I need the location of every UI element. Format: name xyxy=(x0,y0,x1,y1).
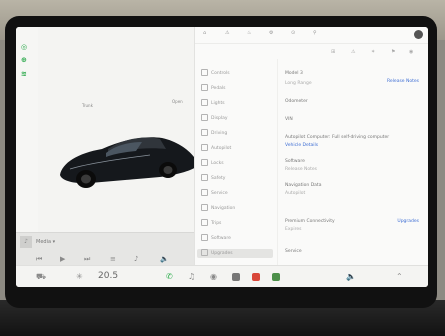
upgrades-icon xyxy=(201,249,208,256)
safety-icon xyxy=(201,174,208,181)
settings-topbar: ⌂ ⚠ ♨ ⚙ ⊙ ⚲ xyxy=(195,27,428,44)
model-name: Model 3 xyxy=(285,71,303,76)
software-label: Software xyxy=(285,159,305,164)
signal-icon: ≋ xyxy=(21,70,27,78)
previous-icon[interactable]: ⏮ xyxy=(36,255,42,264)
record-icon[interactable]: ⊙ xyxy=(291,30,295,36)
music-icon[interactable]: ♫ xyxy=(188,272,195,281)
settings-menu: Controls Pedals Lights Display Driving A… xyxy=(195,59,278,265)
software-icon xyxy=(201,234,208,241)
trunk-label[interactable]: Trunk xyxy=(82,103,93,108)
menu-item-upgrades[interactable]: Upgrades xyxy=(197,249,273,258)
trips-icon xyxy=(201,219,208,226)
service-icon xyxy=(201,189,208,196)
autopilot-icon xyxy=(201,144,208,151)
cabin-temperature[interactable]: 20.5 xyxy=(98,271,118,281)
volume-small-icon[interactable]: 🔈 xyxy=(160,255,169,263)
bottom-taskbar: ⛟ ✳ 20.5 ✆ ♫ ◉ 🔈 ⌃ xyxy=(16,265,428,287)
home-icon[interactable]: ⌂ xyxy=(203,30,206,36)
expires-label: Expires xyxy=(285,227,302,232)
next-icon[interactable]: ⏭ xyxy=(84,255,90,264)
warning-icon[interactable]: ⚠ xyxy=(351,49,355,55)
menu-item-navigation[interactable]: Navigation xyxy=(201,204,235,213)
phone-icon[interactable]: ✆ xyxy=(166,272,173,281)
flag-icon[interactable]: ⚑ xyxy=(391,49,395,55)
heat-icon[interactable]: ♨ xyxy=(247,30,251,36)
car-panel: Trunk Open xyxy=(38,27,196,265)
camera-icon[interactable]: ◉ xyxy=(210,272,217,281)
menu-item-autopilot[interactable]: Autopilot xyxy=(201,144,231,153)
frunk-label[interactable]: Open xyxy=(172,99,183,104)
album-art: ♪ xyxy=(20,236,32,248)
upgrades-link[interactable]: Upgrades xyxy=(397,219,419,224)
vin-label: VIN xyxy=(285,117,293,122)
vehicle-image[interactable] xyxy=(50,123,200,203)
service-label: Service xyxy=(285,249,302,254)
steering-icon: ◎ xyxy=(21,43,28,51)
release-notes-link[interactable]: Release Notes xyxy=(387,79,419,84)
controls-icon xyxy=(201,69,208,76)
vehicle-details-link[interactable]: Vehicle Details xyxy=(285,143,318,148)
display-icon xyxy=(201,114,208,121)
car-icon[interactable]: ⛟ xyxy=(36,272,46,282)
menu-item-locks[interactable]: Locks xyxy=(201,159,224,168)
fan-icon[interactable]: ✳ xyxy=(76,272,83,281)
lights-icon xyxy=(201,99,208,106)
queue-icon[interactable]: ≡ xyxy=(110,255,116,263)
autopilot-label: Autopilot xyxy=(285,191,306,196)
menu-item-service[interactable]: Service xyxy=(201,189,228,198)
gear-icon[interactable]: ⚙ xyxy=(269,30,273,36)
music-note-icon[interactable]: ♪ xyxy=(134,255,138,263)
status-subbar: ⊞ ⚠ ✶ ⚑ ◉ xyxy=(195,45,428,59)
chevron-icon[interactable]: ⌃ xyxy=(396,272,403,281)
status-column: ◎ ⊕ ≋ xyxy=(16,27,38,265)
navigation-icon xyxy=(201,204,208,211)
play-icon[interactable]: ▶ xyxy=(60,255,65,263)
dots-icon[interactable] xyxy=(252,273,260,281)
grid-icon[interactable]: ⊞ xyxy=(331,49,335,55)
bluetooth-icon[interactable]: ✶ xyxy=(371,49,375,55)
wifi-icon[interactable]: ◉ xyxy=(409,49,413,55)
menu-item-lights[interactable]: Lights xyxy=(201,99,225,108)
menu-item-safety[interactable]: Safety xyxy=(201,174,225,183)
volume-icon[interactable]: 🔈 xyxy=(346,272,356,281)
settings-panel: ⌂ ⚠ ♨ ⚙ ⊙ ⚲ ⊞ ⚠ ✶ ⚑ ◉ Controls Pedals Li… xyxy=(194,27,428,265)
lock-icon: ⊕ xyxy=(21,56,27,64)
profile-avatar[interactable] xyxy=(414,30,423,39)
menu-item-trips[interactable]: Trips xyxy=(201,219,221,228)
pedals-icon xyxy=(201,84,208,91)
app-icon[interactable] xyxy=(272,273,280,281)
trim-name: Long Range xyxy=(285,81,312,86)
settings-content: Model 3 Release Notes Long Range Odomete… xyxy=(279,59,427,265)
menu-item-driving[interactable]: Driving xyxy=(201,129,227,138)
odometer-label: Odometer xyxy=(285,99,308,104)
menu-item-controls[interactable]: Controls xyxy=(201,69,230,78)
alert-icon[interactable]: ⚠ xyxy=(225,30,229,36)
autopilot-computer: Autopilot Computer: Full self-driving co… xyxy=(285,135,390,140)
touchscreen: ◎ ⊕ ≋ Trunk Open ♪ Media ▾ ⏮ ▶ ⏭ ≡ ♪ 🔈 ⌂… xyxy=(16,27,428,287)
media-player[interactable]: ♪ Media ▾ ⏮ ▶ ⏭ ≡ ♪ 🔈 xyxy=(16,232,194,266)
driving-icon xyxy=(201,129,208,136)
search-icon[interactable]: ⚲ xyxy=(313,30,317,36)
premium-connectivity-label: Premium Connectivity xyxy=(285,219,335,224)
menu-item-software[interactable]: Software xyxy=(201,234,231,243)
menu-item-display[interactable]: Display xyxy=(201,114,228,123)
calendar-icon[interactable] xyxy=(232,273,240,281)
menu-item-pedals[interactable]: Pedals xyxy=(201,84,226,93)
locks-icon xyxy=(201,159,208,166)
navigation-data-label: Navigation Data xyxy=(285,183,322,188)
release-notes-label: Release Notes xyxy=(285,167,318,172)
media-source[interactable]: Media ▾ xyxy=(36,239,55,245)
